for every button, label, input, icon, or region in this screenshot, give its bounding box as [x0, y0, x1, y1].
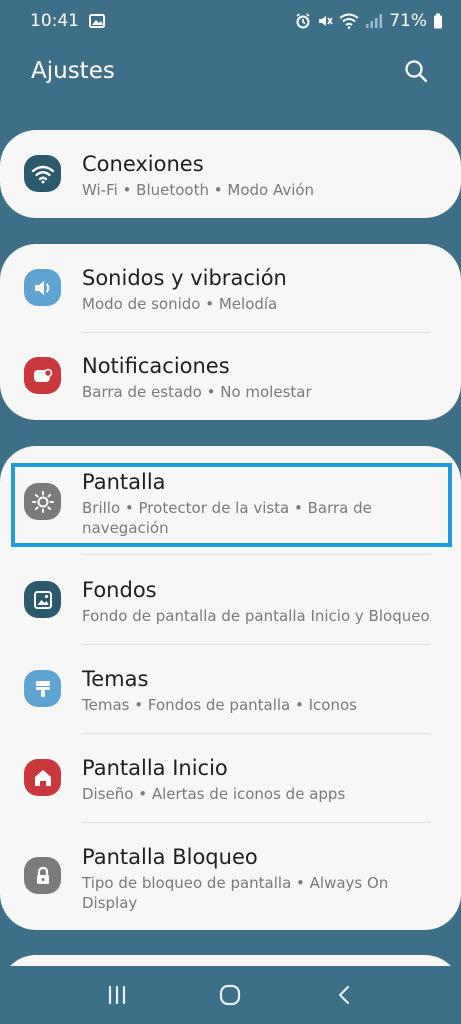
wifi-icon	[24, 155, 61, 192]
battery-icon	[433, 13, 443, 29]
page-title: Ajustes	[31, 58, 115, 84]
item-title-bloqueo: Pantalla Bloqueo	[82, 845, 258, 869]
item-subtitle-bloqueo: Tipo de bloqueo de pantalla • Always On …	[82, 874, 389, 912]
alarm-icon	[295, 13, 311, 29]
settings-item-pantalla[interactable]: Pantalla Brillo • Protector de la vista …	[0, 446, 461, 554]
item-title-fondos: Fondos	[82, 578, 157, 602]
item-title-pantalla: Pantalla	[82, 470, 166, 494]
lock-icon	[24, 857, 61, 894]
item-title-temas: Temas	[82, 667, 149, 691]
settings-item-temas[interactable]: Temas Temas • Fondos de pantalla • Icono…	[0, 645, 461, 733]
battery-percent: 71%	[389, 11, 427, 31]
back-icon	[339, 985, 350, 1005]
item-subtitle-temas: Temas • Fondos de pantalla • Iconos	[82, 696, 357, 714]
settings-item-conexiones[interactable]: Conexiones Wi-Fi • Bluetooth • Modo Avió…	[0, 130, 461, 218]
home-button[interactable]	[205, 975, 255, 1015]
signal-icon	[365, 13, 383, 29]
item-subtitle-sonidos: Modo de sonido • Melodía	[82, 295, 278, 313]
recent-apps-button[interactable]	[92, 975, 142, 1015]
item-title-notificaciones: Notificaciones	[82, 354, 230, 378]
item-subtitle-conexiones: Wi-Fi • Bluetooth • Modo Avión	[82, 181, 315, 199]
settings-screen: 10:41 71% Ajustes Conexiones Wi-Fi • Blu…	[0, 0, 461, 1024]
navigation-bar	[0, 966, 461, 1024]
display-card: Pantalla Brillo • Protector de la vista …	[0, 446, 461, 930]
brightness-icon	[24, 483, 61, 520]
item-title-conexiones: Conexiones	[82, 152, 204, 176]
settings-item-notificaciones[interactable]: Notificaciones Barra de estado • No mole…	[0, 333, 461, 420]
status-right: 71%	[295, 11, 443, 31]
back-button[interactable]	[319, 975, 369, 1015]
item-title-inicio: Pantalla Inicio	[82, 756, 228, 780]
wallpaper-icon	[24, 581, 61, 618]
recent-apps-icon	[108, 985, 125, 1005]
header: Ajustes	[0, 50, 461, 92]
search-icon	[405, 60, 428, 83]
status-left: 10:41	[30, 11, 105, 31]
connections-card: Conexiones Wi-Fi • Bluetooth • Modo Avió…	[0, 130, 461, 218]
settings-item-pantalla-bloqueo[interactable]: Pantalla Bloqueo Tipo de bloqueo de pant…	[0, 823, 461, 930]
volume-icon	[24, 269, 61, 306]
notification-icon	[24, 357, 61, 394]
settings-item-pantalla-inicio[interactable]: Pantalla Inicio Diseño • Alertas de icon…	[0, 734, 461, 822]
gallery-notification-icon	[89, 14, 105, 28]
settings-item-fondos[interactable]: Fondos Fondo de pantalla de pantalla Ini…	[0, 555, 461, 643]
item-subtitle-notificaciones: Barra de estado • No molestar	[82, 383, 312, 401]
item-subtitle-pantalla: Brillo • Protector de la vista • Barra d…	[82, 499, 372, 537]
item-subtitle-inicio: Diseño • Alertas de iconos de apps	[82, 785, 346, 803]
home-icon	[24, 759, 61, 796]
themes-brush-icon	[24, 670, 61, 707]
item-title-sonidos: Sonidos y vibración	[82, 266, 287, 290]
home-nav-icon	[220, 984, 241, 1006]
settings-item-sonidos[interactable]: Sonidos y vibración Modo de sonido • Mel…	[0, 244, 461, 332]
item-subtitle-fondos: Fondo de pantalla de pantalla Inicio y B…	[82, 607, 430, 625]
status-time: 10:41	[30, 11, 79, 31]
mute-icon	[317, 13, 333, 29]
search-button[interactable]	[401, 56, 431, 86]
status-bar: 10:41 71%	[0, 0, 461, 42]
wifi-status-icon	[339, 13, 359, 29]
sound-notif-card: Sonidos y vibración Modo de sonido • Mel…	[0, 244, 461, 420]
